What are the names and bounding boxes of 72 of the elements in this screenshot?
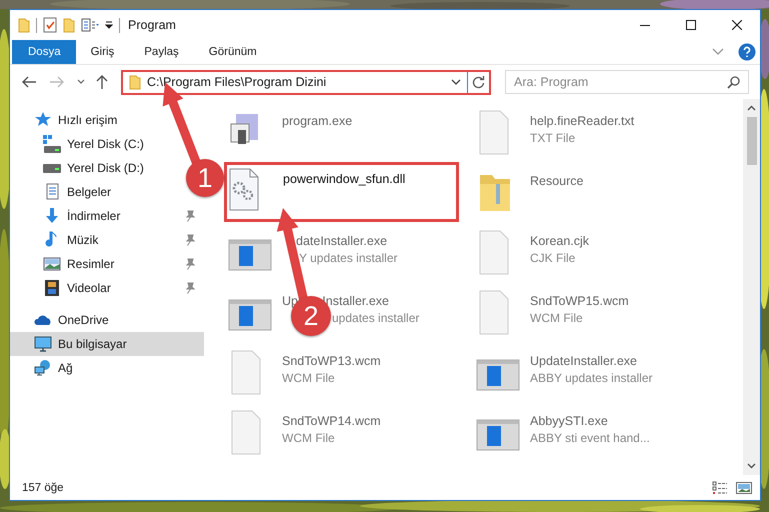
address-field[interactable]: C:\Program Files\Program Dizini bbox=[121, 70, 491, 94]
file-type: WCM File bbox=[282, 371, 336, 385]
ribbon-tab[interactable]: Dosya bbox=[12, 40, 76, 64]
search-icon[interactable] bbox=[727, 76, 740, 89]
file-name[interactable]: dateInstaller.exe bbox=[296, 234, 398, 248]
sidebar-item[interactable]: Resimler bbox=[10, 252, 204, 276]
pictures-icon bbox=[43, 255, 61, 273]
sidebar-item[interactable]: İndirmeler bbox=[10, 204, 204, 228]
window-title: Program bbox=[128, 18, 176, 32]
pin-icon[interactable] bbox=[184, 210, 196, 222]
file-name[interactable]: SndToWP14.wcm bbox=[282, 414, 381, 428]
scroll-thumb[interactable] bbox=[746, 117, 756, 165]
file-name[interactable]: Korean.cjk bbox=[530, 234, 590, 248]
large-icons-view-icon[interactable] bbox=[736, 480, 752, 494]
ribbon-tab[interactable]: Giriş bbox=[76, 40, 130, 64]
sidebar-item[interactable]: Videolar bbox=[10, 276, 204, 300]
expand-ribbon-icon[interactable] bbox=[712, 48, 724, 56]
scroll-down-icon[interactable] bbox=[747, 463, 756, 469]
file-name[interactable]: SndToWP15.wcm bbox=[530, 294, 629, 308]
file-type: WCM File bbox=[282, 431, 336, 445]
file-type: ABBY updates installer bbox=[530, 371, 653, 385]
sidebar-item[interactable]: Yerel Disk (D:) bbox=[10, 156, 148, 180]
sidebar-item[interactable]: Hızlı erişim bbox=[10, 108, 122, 132]
back-icon[interactable] bbox=[21, 75, 37, 89]
pin-icon[interactable] bbox=[184, 258, 196, 270]
sidebar-item[interactable]: Yerel Disk (C:) bbox=[10, 132, 148, 156]
network-icon bbox=[34, 359, 52, 377]
customize-icon[interactable] bbox=[81, 18, 99, 32]
file-type: updates installer bbox=[332, 311, 420, 325]
details-view-icon[interactable] bbox=[712, 480, 728, 494]
film-icon bbox=[43, 279, 61, 297]
file-name[interactable]: program.exe bbox=[282, 114, 352, 128]
system-drive-icon bbox=[43, 135, 61, 153]
up-icon[interactable] bbox=[95, 74, 109, 90]
dropdown-icon[interactable] bbox=[105, 21, 113, 29]
folder-icon bbox=[129, 74, 141, 90]
sidebar-item[interactable]: Ağ bbox=[10, 356, 77, 380]
folder-icon bbox=[18, 18, 30, 32]
sidebar-item[interactable]: Bu bilgisayar bbox=[10, 332, 204, 356]
refresh-icon bbox=[472, 76, 485, 88]
file-type: CJK File bbox=[530, 251, 576, 265]
star-icon bbox=[34, 111, 52, 129]
sidebar-item[interactable]: Belgeler bbox=[10, 180, 116, 204]
file-name[interactable]: AbbyySTI.exe bbox=[530, 414, 650, 428]
sidebar-item[interactable]: OneDrive bbox=[10, 308, 113, 332]
dropdown-icon[interactable] bbox=[451, 78, 461, 86]
scroll-up-icon[interactable] bbox=[747, 105, 756, 111]
pin-icon[interactable] bbox=[184, 282, 196, 294]
help-icon[interactable] bbox=[738, 43, 756, 61]
file-type: WCM File bbox=[530, 311, 584, 325]
address-path: C:\Program Files\Program Dizini bbox=[147, 75, 328, 89]
ribbon-tab[interactable]: Görünüm bbox=[194, 40, 272, 64]
maximize-icon bbox=[686, 20, 696, 30]
ribbon-tab[interactable]: Paylaş bbox=[129, 40, 194, 64]
file-name[interactable]: SndToWP13.wcm bbox=[282, 354, 381, 368]
file-type: Y updates installer bbox=[299, 251, 398, 265]
file-type: ABBY sti event hand... bbox=[530, 431, 650, 445]
item-count: 157 öğe bbox=[22, 482, 64, 494]
sidebar-item[interactable]: Müzik bbox=[10, 228, 204, 252]
close-icon bbox=[732, 20, 742, 30]
search-field[interactable]: Ara: Program bbox=[505, 70, 749, 94]
scrollbar[interactable] bbox=[743, 99, 760, 475]
recent-icon[interactable] bbox=[77, 79, 85, 85]
file-name[interactable]: Resource bbox=[530, 174, 584, 188]
file-name[interactable]: help.fineReader.txt bbox=[530, 114, 634, 128]
download-icon bbox=[43, 207, 61, 225]
properties-icon[interactable] bbox=[43, 17, 57, 33]
file-name[interactable]: UpdateInstaller.exe bbox=[530, 354, 653, 368]
pin-icon[interactable] bbox=[184, 234, 196, 246]
file-name[interactable]: powerwindow_sfun.dll bbox=[283, 172, 406, 186]
file-type: TXT File bbox=[530, 131, 576, 145]
monitor-icon bbox=[34, 335, 52, 353]
